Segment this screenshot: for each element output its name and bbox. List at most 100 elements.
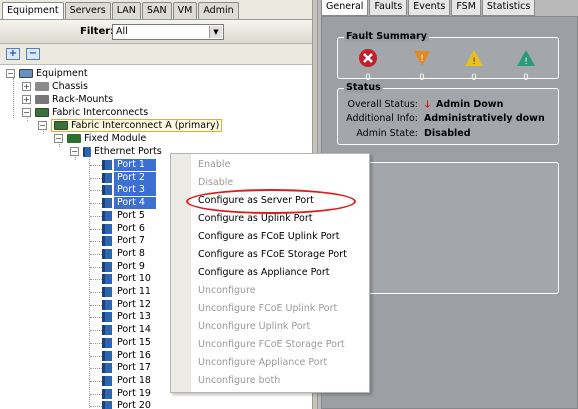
tab-lan[interactable]: LAN <box>111 2 141 19</box>
expand-icon[interactable]: + <box>22 82 31 91</box>
chevron-down-icon[interactable]: ▼ <box>209 26 222 38</box>
ethernet-port-icon <box>102 287 112 297</box>
tab-admin[interactable]: Admin <box>198 2 239 19</box>
fabric-interconnect-icon <box>35 108 49 117</box>
tree-node-port[interactable]: Port 16 <box>114 350 154 362</box>
filter-value: All <box>116 26 128 37</box>
ethernet-port-icon <box>102 337 112 348</box>
tree-node-port[interactable]: Port 14 <box>114 324 154 336</box>
tree-node-port[interactable]: Port 5 <box>114 210 148 222</box>
tree-node-port[interactable]: Port 3 <box>114 184 156 197</box>
ethernet-port-icon <box>102 401 112 409</box>
tree-node-port[interactable]: Port 20 <box>114 400 154 409</box>
collapse-icon[interactable]: − <box>70 147 79 156</box>
tab-servers[interactable]: Servers <box>64 2 111 19</box>
ethernet-port-icon <box>102 160 112 170</box>
ethernet-port-icon <box>102 198 112 209</box>
additional-info-value: Administratively down <box>424 113 545 124</box>
tab-equipment[interactable]: Equipment <box>2 2 64 20</box>
tab-vm[interactable]: VM <box>172 2 198 19</box>
collapse-icon[interactable]: − <box>38 121 47 130</box>
tree-node-port[interactable]: Port 8 <box>114 248 148 260</box>
tree-node-port[interactable]: Port 4 <box>114 197 156 210</box>
collapse-icon[interactable]: − <box>54 134 63 143</box>
fault-summary-title: Fault Summary <box>344 31 429 42</box>
ethernet-port-icon <box>102 248 112 259</box>
tab-faults[interactable]: Faults <box>369 0 408 16</box>
tree-node-rack-mounts[interactable]: + Rack-Mounts <box>22 93 113 106</box>
warning-fault[interactable]: ! 0 <box>514 48 538 83</box>
tree-node-port[interactable]: Port 15 <box>114 337 154 349</box>
minor-fault-count: 0 <box>471 73 477 83</box>
tree-node-port[interactable]: Port 2 <box>114 171 156 184</box>
critical-fault[interactable]: 0 <box>356 48 380 83</box>
ethernet-port-icon <box>102 388 112 399</box>
filter-select[interactable]: All ▼ <box>112 24 224 40</box>
tree-node-port[interactable]: Port 12 <box>114 299 154 311</box>
collapse-icon[interactable]: − <box>22 108 31 117</box>
additional-info-label: Additional Info: <box>346 113 418 124</box>
admin-state-label: Admin State: <box>356 128 418 139</box>
tree-node-ethernet-ports[interactable]: − Ethernet Ports <box>70 145 162 158</box>
menu-item-unconfigure-fcoe-storage-port[interactable]: Unconfigure FCoE Storage Port <box>198 336 345 354</box>
tree-node-port[interactable]: Port 17 <box>114 362 154 374</box>
warning-fault-icon: ! <box>517 50 535 67</box>
tree-toolbar: + − <box>0 45 312 63</box>
minor-fault-icon: ! <box>465 50 483 67</box>
overall-status-value: Admin Down <box>436 99 504 110</box>
tab-fsm[interactable]: FSM <box>451 0 481 16</box>
tree-node-fabric-interconnects[interactable]: − Fabric Interconnects <box>22 106 148 119</box>
rack-mount-icon <box>35 95 49 104</box>
status-title: Status <box>344 82 383 93</box>
tree-node-port[interactable]: Port 7 <box>114 235 148 247</box>
menu-item-disable[interactable]: Disable <box>198 174 233 192</box>
collapse-all-button[interactable]: − <box>26 48 40 60</box>
equipment-icon <box>19 69 33 78</box>
tree-node-port[interactable]: Port 18 <box>114 375 154 387</box>
menu-item-enable[interactable]: Enable <box>198 156 230 174</box>
tree-node-chassis[interactable]: + Chassis <box>22 80 88 93</box>
ethernet-port-icon <box>102 185 112 196</box>
menu-item-configure-as-appliance-port[interactable]: Configure as Appliance Port <box>198 264 329 282</box>
ethernet-port-icon <box>83 146 91 157</box>
menu-item-unconfigure[interactable]: Unconfigure <box>198 282 256 300</box>
tree-node-port[interactable]: Port 6 <box>114 223 148 235</box>
menu-item-unconfigure-fcoe-uplink-port[interactable]: Unconfigure FCoE Uplink Port <box>198 300 337 318</box>
tree-node-port[interactable]: Port 11 <box>114 286 154 298</box>
admin-state-value: Disabled <box>424 128 471 139</box>
svg-text:!: ! <box>420 54 424 64</box>
ethernet-port-icon <box>102 312 112 323</box>
tree-node-equipment[interactable]: − Equipment <box>6 67 88 80</box>
menu-gutter <box>171 154 191 392</box>
ethernet-port-icon <box>102 223 112 234</box>
minor-fault[interactable]: ! 0 <box>462 48 486 83</box>
menu-item-unconfigure-appliance-port[interactable]: Unconfigure Appliance Port <box>198 354 327 372</box>
ethernet-port-icon <box>102 236 112 247</box>
tab-statistics[interactable]: Statistics <box>481 0 536 16</box>
svg-text:!: ! <box>472 57 476 67</box>
svg-text:!: ! <box>524 57 528 67</box>
menu-item-configure-as-fcoe-storage-port[interactable]: Configure as FCoE Storage Port <box>198 246 347 264</box>
expand-all-button[interactable]: + <box>6 48 20 60</box>
menu-item-unconfigure-uplink-port[interactable]: Unconfigure Uplink Port <box>198 318 310 336</box>
tab-general[interactable]: General <box>321 0 369 16</box>
menu-item-configure-as-fcoe-uplink-port[interactable]: Configure as FCoE Uplink Port <box>198 228 339 246</box>
menu-item-configure-as-uplink-port[interactable]: Configure as Uplink Port <box>198 210 313 228</box>
tree-node-fabric-interconnect-a[interactable]: − Fabric Interconnect A (primary) <box>38 119 223 132</box>
critical-fault-icon <box>359 49 377 67</box>
tree-node-port[interactable]: Port 9 <box>114 261 148 273</box>
context-menu: Enable Disable Configure as Server Port Con… <box>170 153 370 393</box>
tree-node-port[interactable]: Port 10 <box>114 273 154 285</box>
tree-node-port[interactable]: Port 19 <box>114 388 154 400</box>
tab-san[interactable]: SAN <box>141 2 172 19</box>
tab-events[interactable]: Events <box>408 0 451 16</box>
tree-node-port[interactable]: Port 1 <box>114 159 156 171</box>
major-fault[interactable]: ! 0 <box>410 48 434 83</box>
menu-item-configure-as-server-port[interactable]: Configure as Server Port <box>198 192 314 210</box>
menu-item-unconfigure-both[interactable]: Unconfigure both <box>198 372 280 390</box>
collapse-icon[interactable]: − <box>6 69 15 78</box>
tree-node-fixed-module[interactable]: − Fixed Module <box>54 132 146 145</box>
expand-icon[interactable]: + <box>22 95 31 104</box>
tree-node-port[interactable]: Port 13 <box>114 311 154 323</box>
ethernet-port-icon <box>102 363 112 374</box>
